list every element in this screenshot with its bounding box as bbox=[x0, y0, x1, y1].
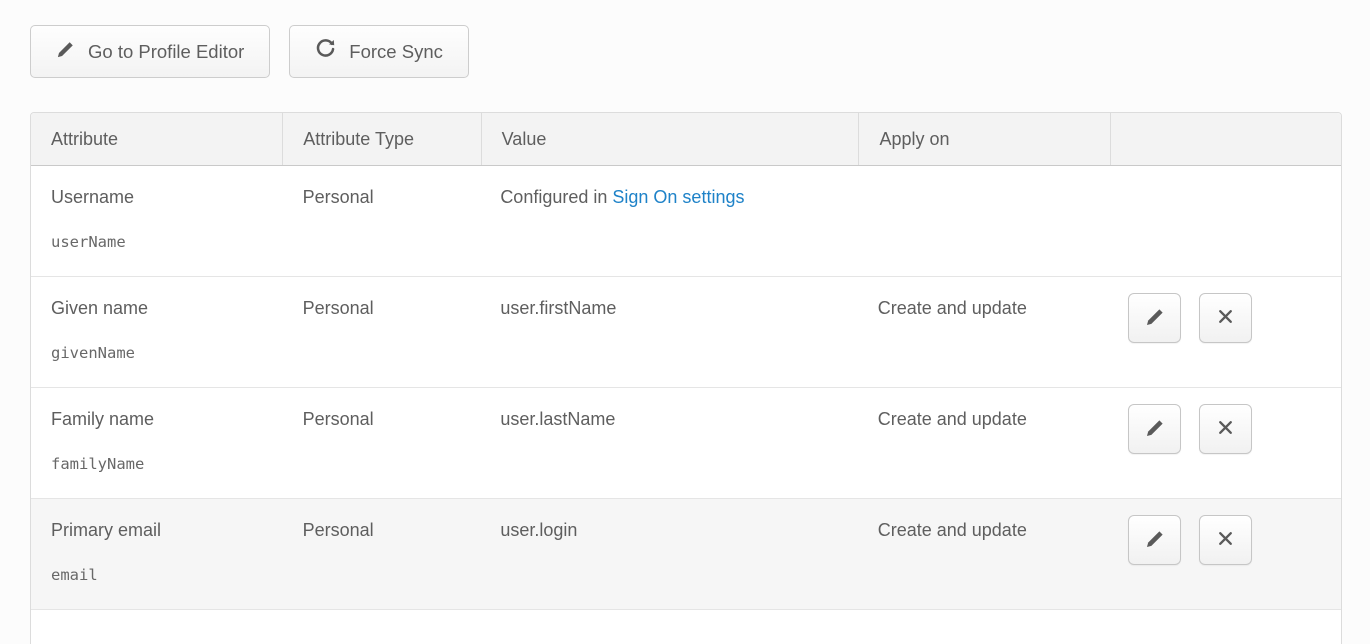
edit-mapping-button[interactable] bbox=[1128, 404, 1181, 454]
table-row-partial bbox=[31, 610, 1341, 644]
delete-mapping-button[interactable] bbox=[1199, 404, 1252, 454]
edit-mapping-button[interactable] bbox=[1128, 515, 1181, 565]
header-attribute-type: Attribute Type bbox=[282, 113, 480, 165]
sign-on-settings-link[interactable]: Sign On settings bbox=[612, 187, 744, 207]
apply-on-value: Create and update bbox=[858, 277, 1109, 387]
pencil-icon bbox=[1145, 418, 1165, 441]
row-actions bbox=[1108, 166, 1341, 276]
force-sync-button[interactable]: Force Sync bbox=[289, 25, 469, 78]
close-icon bbox=[1216, 529, 1235, 551]
attribute-type: Personal bbox=[283, 388, 481, 498]
apply-on-value bbox=[858, 166, 1109, 276]
attribute-label: Username bbox=[51, 187, 283, 208]
header-value: Value bbox=[481, 113, 859, 165]
apply-on-value: Create and update bbox=[858, 499, 1109, 609]
header-actions bbox=[1110, 113, 1341, 165]
force-sync-label: Force Sync bbox=[349, 41, 443, 63]
attribute-key: givenName bbox=[51, 344, 283, 362]
apply-on-value: Create and update bbox=[858, 388, 1109, 498]
attribute-key: familyName bbox=[51, 455, 283, 473]
edit-mapping-button[interactable] bbox=[1128, 293, 1181, 343]
value-prefix: Configured in bbox=[500, 187, 612, 207]
table-row: Primary email email Personal user.login … bbox=[31, 499, 1341, 610]
attribute-value: user.lastName bbox=[480, 388, 857, 498]
attribute-type: Personal bbox=[283, 166, 481, 276]
pencil-icon bbox=[1145, 307, 1165, 330]
attribute-value: user.firstName bbox=[480, 277, 857, 387]
table-row: Username userName Personal Configured in… bbox=[31, 166, 1341, 277]
delete-mapping-button[interactable] bbox=[1199, 515, 1252, 565]
header-attribute: Attribute bbox=[31, 113, 282, 165]
toolbar: Go to Profile Editor Force Sync bbox=[0, 0, 1370, 78]
attribute-label: Family name bbox=[51, 409, 283, 430]
pencil-icon bbox=[1145, 529, 1165, 552]
attribute-type: Personal bbox=[283, 499, 481, 609]
attribute-label: Given name bbox=[51, 298, 283, 319]
go-to-profile-editor-button[interactable]: Go to Profile Editor bbox=[30, 25, 270, 78]
attribute-type: Personal bbox=[283, 277, 481, 387]
table-header-row: Attribute Attribute Type Value Apply on bbox=[31, 113, 1341, 166]
attribute-key: email bbox=[51, 566, 283, 584]
table-row: Given name givenName Personal user.first… bbox=[31, 277, 1341, 388]
close-icon bbox=[1216, 307, 1235, 329]
row-actions bbox=[1108, 388, 1341, 498]
refresh-icon bbox=[315, 39, 336, 65]
delete-mapping-button[interactable] bbox=[1199, 293, 1252, 343]
table-row: Family name familyName Personal user.las… bbox=[31, 388, 1341, 499]
attribute-label: Primary email bbox=[51, 520, 283, 541]
header-apply-on: Apply on bbox=[858, 113, 1109, 165]
close-icon bbox=[1216, 418, 1235, 440]
pencil-icon bbox=[56, 40, 75, 64]
go-to-profile-editor-label: Go to Profile Editor bbox=[88, 41, 244, 63]
attribute-mapping-table: Attribute Attribute Type Value Apply on … bbox=[30, 112, 1342, 644]
attribute-key: userName bbox=[51, 233, 283, 251]
row-actions bbox=[1108, 277, 1341, 387]
row-actions bbox=[1108, 499, 1341, 609]
attribute-value: Configured in Sign On settings bbox=[480, 166, 857, 276]
attribute-value: user.login bbox=[480, 499, 857, 609]
